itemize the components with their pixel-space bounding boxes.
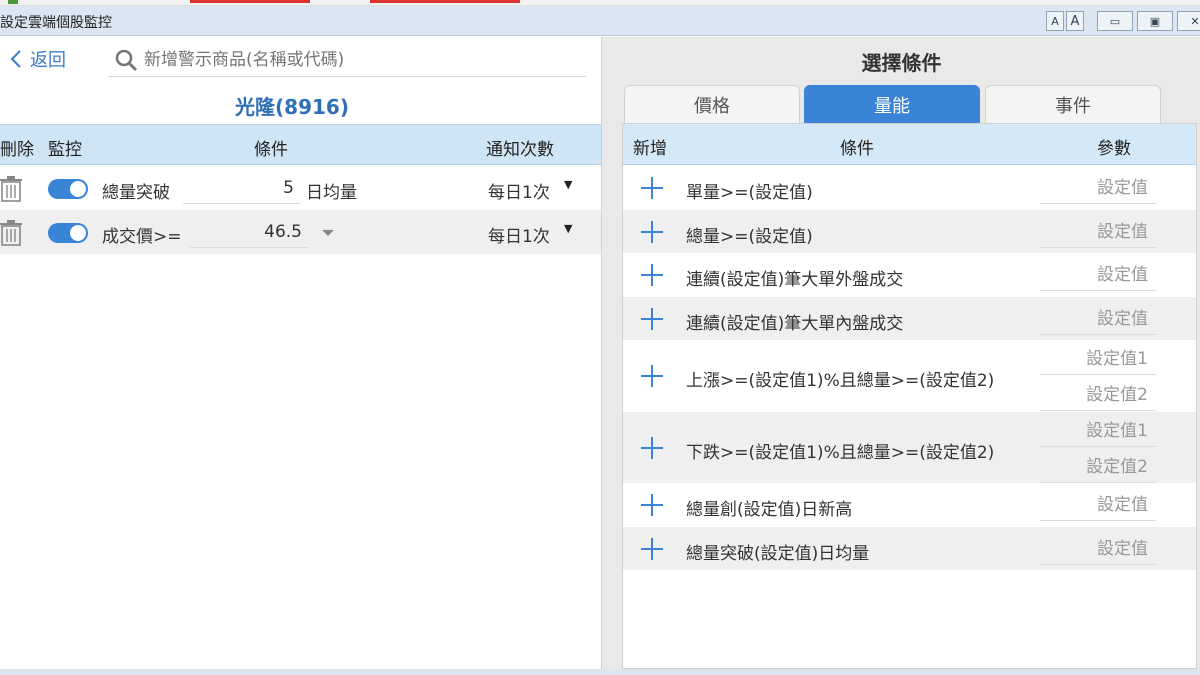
add-icon[interactable] (641, 538, 663, 560)
condition-table: 新增 條件 參數 單量>=(設定值) 總量>=(設定值) 連續(設定值)筆大單外… (622, 123, 1197, 669)
condition-name: 成交價>= (102, 227, 182, 247)
add-icon[interactable] (641, 437, 663, 459)
chevron-down-icon[interactable] (322, 230, 334, 236)
close-button[interactable]: ✕ (1177, 11, 1200, 31)
panel-title: 選擇條件 (861, 51, 942, 75)
add-icon[interactable] (641, 494, 663, 516)
header-add: 新增 (633, 139, 667, 159)
condition-row: 單量>=(設定值) (623, 166, 1196, 210)
condition-row: 總量>=(設定值) (623, 210, 1196, 253)
condition-label: 總量>=(設定值) (686, 227, 813, 247)
condition-label: 單量>=(設定值) (686, 183, 813, 203)
condition-label: 總量突破(設定值)日均量 (686, 544, 870, 564)
param-input[interactable] (1040, 451, 1156, 483)
condition-row: 連續(設定值)筆大單內盤成交 (623, 297, 1196, 340)
param-input[interactable] (1040, 489, 1156, 521)
monitor-list-panel: 返回 光隆(8916) 刪除 監控 條件 通知次數 總量突破 日均量 每日1次 … (0, 37, 601, 669)
search-box (108, 43, 586, 77)
window-title: 設定雲端個股監控 (0, 15, 112, 31)
condition-row: 總量創(設定值)日新高 (623, 483, 1196, 527)
param-input[interactable] (1040, 303, 1156, 335)
background-indicator (190, 0, 310, 3)
monitor-toggle[interactable] (48, 223, 88, 243)
monitor-table-header: 刪除 監控 條件 通知次數 (0, 124, 601, 165)
background-indicator (8, 0, 18, 4)
condition-value-input[interactable] (190, 216, 308, 248)
monitor-toggle[interactable] (48, 179, 88, 199)
condition-suffix: 日均量 (306, 183, 357, 203)
search-icon (115, 49, 138, 71)
condition-row: 上漲>=(設定值1)%且總量>=(設定值2) (623, 340, 1196, 412)
add-icon[interactable] (641, 264, 663, 286)
condition-row: 連續(設定值)筆大單外盤成交 (623, 253, 1196, 297)
condition-label: 上漲>=(設定值1)%且總量>=(設定值2) (686, 371, 995, 391)
tab-volume[interactable]: 量能 (804, 85, 980, 123)
param-input[interactable] (1040, 533, 1156, 565)
header-notify-count: 通知次數 (486, 140, 554, 160)
font-larger-button[interactable]: A (1066, 11, 1084, 31)
tab-event[interactable]: 事件 (985, 85, 1161, 123)
param-input[interactable] (1040, 216, 1156, 248)
condition-value-input[interactable] (183, 172, 300, 204)
header-condition: 條件 (254, 140, 288, 160)
condition-name: 總量突破 (102, 183, 170, 203)
search-input[interactable] (144, 49, 564, 70)
condition-label: 總量創(設定值)日新高 (686, 500, 853, 520)
dropdown-arrow-icon[interactable]: ▼ (564, 178, 572, 191)
monitor-row: 總量突破 日均量 每日1次 ▼ (0, 166, 601, 210)
back-button[interactable]: 返回 (10, 47, 66, 71)
notify-frequency-select[interactable]: 每日1次 (488, 222, 550, 247)
tab-price[interactable]: 價格 (624, 85, 800, 123)
condition-table-header: 新增 條件 參數 (623, 124, 1196, 165)
add-icon[interactable] (641, 365, 663, 387)
minimize-icon: ▭ (1109, 14, 1121, 28)
param-input[interactable] (1040, 415, 1156, 447)
condition-row: 下跌>=(設定值1)%且總量>=(設定值2) (623, 412, 1196, 483)
stock-title: 光隆(8916) (235, 95, 349, 119)
param-input[interactable] (1040, 379, 1156, 411)
header-condition: 條件 (840, 139, 874, 159)
condition-picker-panel: 選擇條件 價格 量能 事件 新增 條件 參數 單量>=(設定值) 總量>=(設定… (601, 37, 1200, 669)
condition-label: 連續(設定值)筆大單內盤成交 (686, 314, 904, 334)
chevron-left-icon (10, 50, 21, 68)
monitor-row: 成交價>= 每日1次 ▼ (0, 210, 601, 254)
add-icon[interactable] (641, 177, 663, 199)
param-input[interactable] (1040, 259, 1156, 291)
maximize-button[interactable]: ▣ (1137, 11, 1173, 31)
close-icon: ✕ (1190, 14, 1200, 28)
condition-row: 總量突破(設定值)日均量 (623, 527, 1196, 570)
trash-icon[interactable] (0, 220, 22, 246)
header-params: 參數 (1097, 139, 1131, 159)
window-titlebar: 設定雲端個股監控 A A ▭ ▣ ✕ (0, 6, 1200, 36)
param-input[interactable] (1040, 172, 1156, 204)
bottom-border (0, 669, 1200, 675)
condition-label: 下跌>=(設定值1)%且總量>=(設定值2) (686, 443, 995, 463)
add-icon[interactable] (641, 308, 663, 330)
condition-label: 連續(設定值)筆大單外盤成交 (686, 270, 904, 290)
minimize-button[interactable]: ▭ (1097, 11, 1133, 31)
header-delete: 刪除 (0, 140, 34, 160)
back-label: 返回 (30, 50, 66, 71)
param-input[interactable] (1040, 343, 1156, 375)
maximize-icon: ▣ (1149, 14, 1161, 28)
trash-icon[interactable] (0, 176, 22, 202)
notify-frequency-select[interactable]: 每日1次 (488, 178, 550, 203)
font-smaller-button[interactable]: A (1046, 11, 1064, 31)
header-monitor: 監控 (48, 140, 82, 160)
add-icon[interactable] (641, 221, 663, 243)
dropdown-arrow-icon[interactable]: ▼ (564, 222, 572, 235)
background-indicator (370, 0, 520, 3)
